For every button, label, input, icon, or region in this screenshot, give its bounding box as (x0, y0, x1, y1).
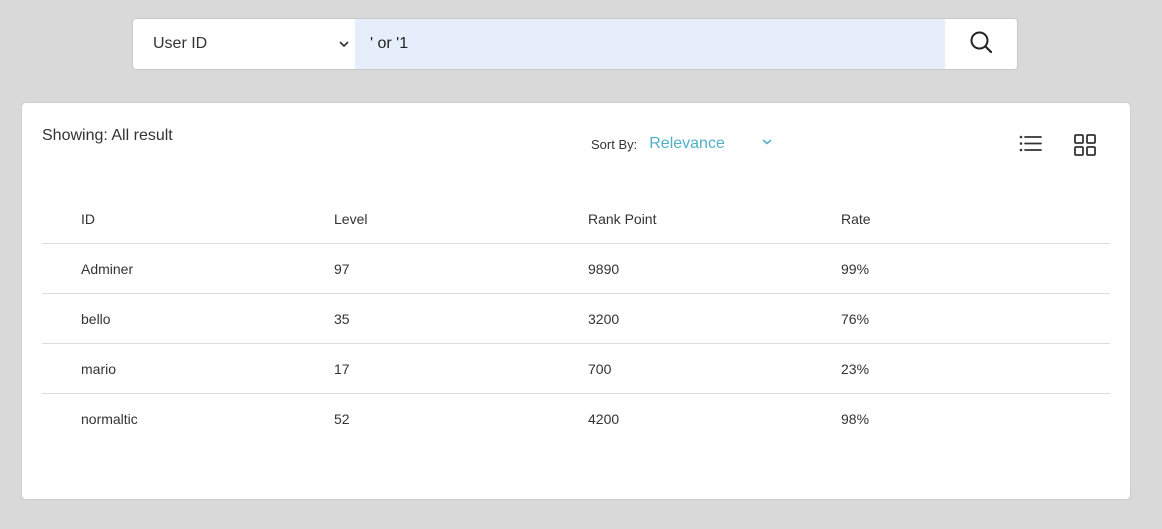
table-row[interactable]: Adminer 97 9890 99% (42, 243, 1110, 294)
column-header-id[interactable]: ID (42, 195, 334, 244)
chevron-down-icon (337, 37, 351, 51)
search-icon (969, 30, 993, 59)
column-header-rate[interactable]: Rate (841, 195, 1110, 244)
search-bar: User ID (132, 18, 1018, 70)
grid-view-button[interactable] (1074, 134, 1096, 156)
list-view-icon (1019, 135, 1043, 158)
table-row[interactable]: mario 17 700 23% (42, 343, 1110, 394)
cell-level: 52 (334, 410, 350, 427)
cell-rank-point: 3200 (588, 293, 841, 344)
cell-rate: 99% (841, 243, 1110, 294)
cell-rate: 98% (841, 410, 870, 427)
sort-select[interactable]: Relevance (649, 135, 773, 153)
table-row[interactable]: normaltic 52 4200 98% (42, 394, 1110, 444)
grid-view-icon (1074, 134, 1096, 160)
results-table: ID Level Rank Point Rate Adminer 97 9890… (42, 195, 1110, 443)
cell-rate: 76% (841, 293, 1110, 344)
cell-id: Adminer (42, 243, 334, 294)
search-field-select[interactable]: User ID (133, 19, 355, 69)
table-row[interactable]: bello 35 3200 76% (42, 293, 1110, 344)
table-header-row: ID Level Rank Point Rate (42, 195, 1110, 244)
showing-text: Showing: All result (42, 127, 173, 144)
cell-id: normaltic (81, 410, 138, 427)
cell-rank-point: 9890 (588, 243, 841, 294)
list-view-button[interactable] (1019, 134, 1043, 154)
chevron-down-icon (761, 135, 773, 153)
cell-rate: 23% (841, 343, 1110, 394)
sort-label: Sort By: (591, 136, 638, 152)
cell-level: 17 (334, 343, 588, 394)
cell-rank-point: 700 (588, 343, 841, 394)
search-button[interactable] (945, 19, 1017, 69)
sort-select-value: Relevance (649, 135, 725, 152)
column-header-level[interactable]: Level (334, 195, 588, 244)
search-field-select-value: User ID (153, 35, 208, 52)
cell-id: bello (42, 293, 334, 344)
sort-control: Sort By: Relevance (591, 135, 773, 153)
search-input[interactable] (355, 19, 945, 69)
cell-level: 35 (334, 293, 588, 344)
column-header-rank-point[interactable]: Rank Point (588, 195, 841, 244)
cell-rank-point: 4200 (588, 410, 620, 427)
cell-id: mario (42, 343, 334, 394)
results-panel: Showing: All result Sort By: Relevance I… (21, 102, 1131, 500)
cell-level: 97 (334, 243, 588, 294)
